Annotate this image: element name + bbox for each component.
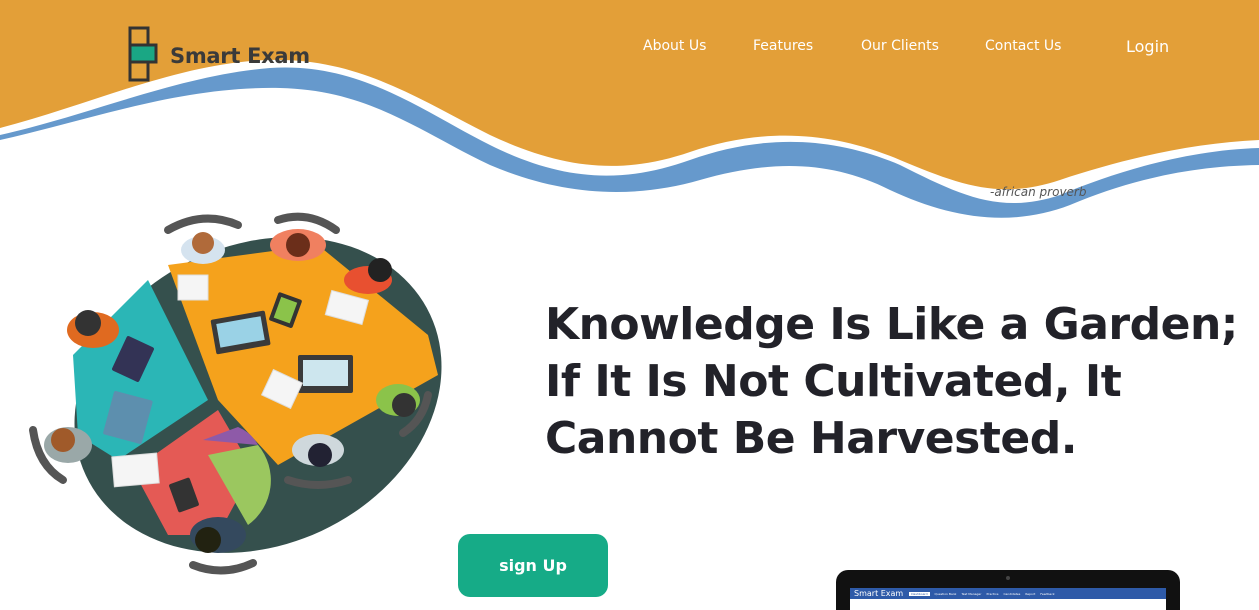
team-meeting-table-illustration-icon [29,212,442,575]
laptop-tab: Dashboard [909,591,930,596]
laptop-tab: Test Manager [961,591,982,596]
nav-link-features[interactable]: Features [753,38,813,54]
nav-link-contact-us[interactable]: Contact Us [985,38,1061,54]
laptop-tab: Question Bank [934,591,957,596]
laptop-brand: Smart Exam [854,589,904,598]
laptop-tab: Practice [986,591,999,596]
nav-link-about-us[interactable]: About Us [643,38,706,54]
laptop-screen: Smart Exam Dashboard Question Bank Test … [850,588,1166,610]
laptop-preview: Smart Exam Dashboard Question Bank Test … [836,570,1180,610]
headline-line-1: Knowledge Is Like a Garden; [545,299,1238,350]
laptop-app-nav: Smart Exam Dashboard Question Bank Test … [850,588,1166,599]
nav-link-our-clients[interactable]: Our Clients [861,38,939,54]
laptop-tab: Candidates [1003,591,1021,596]
login-link[interactable]: Login [1126,37,1169,56]
laptop-tab: Feedback [1040,591,1055,596]
proverb-attribution: -african proverb [990,185,1087,199]
signup-button[interactable]: sign Up [458,534,608,597]
main-nav: About Us Features Our Clients Contact Us… [0,37,1259,58]
hero-headline: Knowledge Is Like a Garden; If It Is Not… [545,296,1259,467]
headline-line-2: If It Is Not Cultivated, It [545,356,1122,407]
laptop-tab: Report [1025,591,1036,596]
camera-icon [1006,576,1010,580]
headline-line-3: Cannot Be Harvested. [545,413,1077,464]
